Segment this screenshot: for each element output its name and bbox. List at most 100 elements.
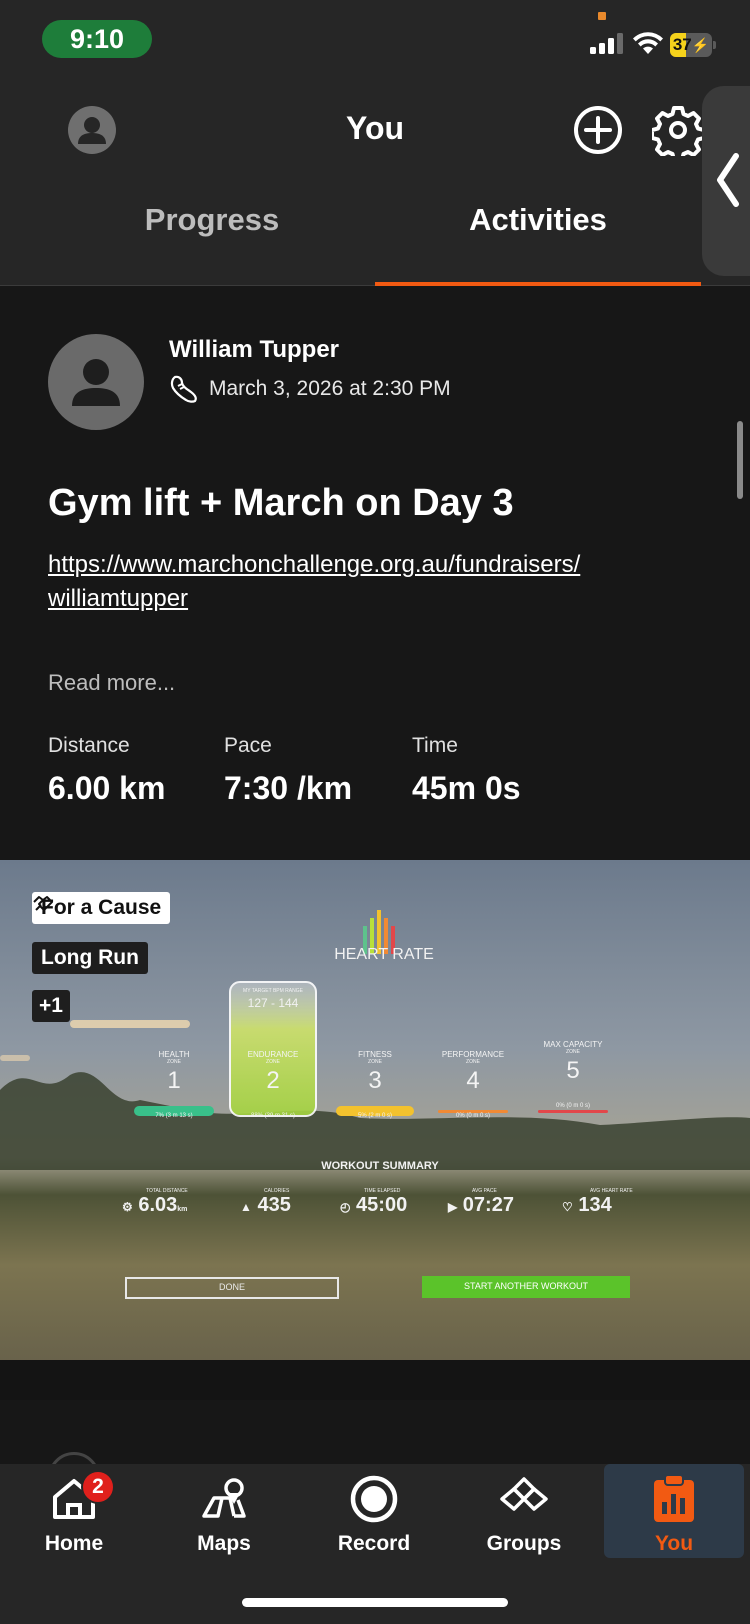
more-tags-badge[interactable]: +1 [32, 990, 70, 1022]
zone-time: 0% (0 m 0 s) [555, 1103, 590, 1109]
nav-you-label: You [654, 1532, 694, 1555]
scrollbar[interactable] [737, 421, 743, 499]
top-header: You Progress Activities [0, 80, 750, 286]
treadmill-done-button: DONE [218, 1282, 245, 1292]
zone-sub: ZONE [368, 1059, 382, 1065]
zone-3: FITNESS ZONE 3 5% (2 m 0 s) [336, 1050, 414, 1119]
activity-meta: March 3, 2026 at 2:30 PM [169, 374, 451, 404]
zone-number: 4 [466, 1067, 480, 1094]
activity-feed[interactable]: William Tupper March 3, 2026 at 2:30 PM … [0, 286, 750, 1464]
notification-badge: 2 [81, 1470, 115, 1504]
person-icon [78, 117, 106, 144]
stat-label: Time [412, 734, 458, 757]
nav-you[interactable]: You [604, 1464, 744, 1558]
nav-record[interactable]: Record [304, 1464, 444, 1558]
maps-icon [202, 1478, 246, 1518]
nav-groups-label: Groups [486, 1532, 562, 1555]
shoe-icon [170, 375, 197, 403]
summary-pace: AVG PACE ▶ 07:27 [448, 1188, 548, 1217]
status-time: 9:10 [42, 20, 152, 58]
chevron-left-icon [717, 153, 739, 207]
treadmill-screen-photo [0, 860, 750, 1400]
cellular-signal-icon [590, 33, 623, 54]
zone-name: FITNESS [358, 1050, 392, 1059]
workout-summary-title: WORKOUT SUMMARY [321, 1160, 439, 1172]
privacy-indicator-icon [598, 12, 606, 20]
page-title: You [345, 110, 405, 146]
nav-groups[interactable]: Groups [454, 1464, 594, 1558]
settings-gear-icon[interactable] [652, 104, 704, 156]
read-more-link[interactable]: Read more... [48, 670, 175, 696]
for-a-cause-tag[interactable]: For a Cause [32, 892, 171, 924]
zone-time: 0% (0 m 0 s) [455, 1113, 490, 1119]
fundraiser-link-line1[interactable]: https://www.marchonchallenge.org.au/fund… [48, 548, 688, 582]
stat-label: Distance [48, 734, 130, 757]
target-zone-label: MY TARGET BPM RANGE [243, 988, 303, 994]
person-icon [72, 359, 120, 406]
zone-name: PERFORMANCE [441, 1050, 505, 1059]
zone-sub: ZONE [566, 1049, 580, 1055]
long-run-tag[interactable]: Long Run [32, 942, 148, 974]
activity-title[interactable]: Gym lift + March on Day 3 [48, 482, 514, 525]
status-bar: 9:10 37 ⚡ [0, 0, 750, 80]
target-range: 127 - 144 [247, 996, 299, 1010]
battery-icon: 37 ⚡ [670, 33, 716, 57]
zone-number: 2 [266, 1067, 280, 1094]
zone-number: 1 [167, 1067, 181, 1094]
stat-pace: Pace 7:30 /km [224, 734, 352, 807]
zone-time: 5% (2 m 0 s) [357, 1113, 392, 1119]
tab-activities[interactable]: Activities [375, 202, 701, 282]
athlete-avatar[interactable] [48, 334, 144, 430]
summary-calories: CALORIES ▲ 435 [240, 1188, 330, 1217]
you-icon [654, 1474, 694, 1522]
fundraiser-link-line2[interactable]: williamtupper [48, 582, 688, 616]
summary-value: 435 [257, 1194, 291, 1216]
summary-value: 45:00 [356, 1194, 408, 1216]
activity-datetime: March 3, 2026 at 2:30 PM [209, 377, 451, 400]
athlete-name[interactable]: William Tupper [169, 336, 339, 364]
summary-time: TIME ELAPSED ◴ 45:00 [340, 1188, 440, 1217]
summary-value: 07:27 [462, 1194, 514, 1216]
treadmill-start-button: START ANOTHER WORKOUT [463, 1281, 588, 1291]
record-icon [350, 1475, 398, 1523]
zone-number: 3 [368, 1067, 382, 1094]
zone-sub: ZONE [266, 1059, 280, 1065]
summary-heart-rate: AVG HEART RATE ♡ 134 [562, 1188, 662, 1217]
zone-5: MAX CAPACITY ZONE 5 0% (0 m 0 s) [534, 1040, 612, 1109]
add-icon[interactable] [572, 104, 624, 156]
nav-record-label: Record [337, 1532, 411, 1555]
zone-time: 7% (3 m 13 s) [155, 1113, 193, 1119]
zone-name: ENDURANCE [247, 1050, 299, 1059]
fundraiser-link[interactable]: https://www.marchonchallenge.org.au/fund… [48, 548, 688, 616]
for-a-cause-label: For a Cause [41, 896, 162, 919]
nav-home[interactable]: Home 2 [4, 1464, 144, 1558]
home-indicator[interactable] [242, 1598, 508, 1607]
handshake-icon [33, 896, 53, 911]
stat-label: Pace [224, 734, 272, 757]
summary-value: 6.03 [138, 1194, 178, 1216]
zone-sub: ZONE [167, 1059, 181, 1065]
zone-number: 5 [566, 1057, 580, 1084]
side-panel-handle[interactable] [702, 86, 750, 276]
summary-distance: TOTAL DISTANCE ⚙ 6.03km [122, 1188, 222, 1217]
nav-maps[interactable]: Maps [154, 1464, 294, 1558]
activity-photo[interactable]: HEART RATE MY TARGET BPM RANGE 127 - 144… [0, 860, 750, 1400]
profile-avatar[interactable] [68, 106, 116, 154]
stat-value: 45m 0s [412, 770, 521, 806]
zone-2: ENDURANCE ZONE 2 88% (39 m 31 s) [232, 1050, 314, 1119]
zone-4: PERFORMANCE ZONE 4 0% (0 m 0 s) [434, 1050, 512, 1119]
summary-unit: km [177, 1206, 188, 1213]
stat-value: 6.00 km [48, 770, 166, 806]
stat-distance: Distance 6.00 km [48, 734, 165, 807]
zone-name: MAX CAPACITY [543, 1040, 603, 1049]
heart-rate-title: HEART RATE [334, 946, 434, 963]
battery-percent: 37 [672, 35, 692, 54]
zone-1: HEALTH ZONE 1 7% (3 m 13 s) [134, 1050, 214, 1119]
summary-value: 134 [578, 1194, 612, 1216]
stat-time: Time 45m 0s [412, 734, 521, 807]
wifi-icon [633, 32, 663, 54]
zone-name: HEALTH [158, 1050, 190, 1059]
nav-maps-label: Maps [197, 1532, 251, 1555]
zone-time: 88% (39 m 31 s) [250, 1113, 296, 1119]
tab-progress[interactable]: Progress [90, 202, 334, 282]
